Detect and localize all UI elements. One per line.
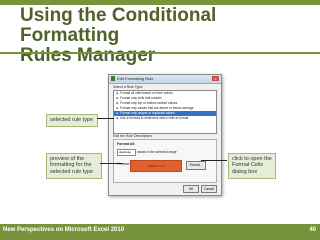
excel-icon [111,76,115,81]
callout-arrow [100,163,123,164]
title-divider [0,52,320,54]
slide-title-line2: Rules Manager [20,45,156,66]
range-description: values in the selected range [137,150,177,154]
callout-arrow [97,118,114,119]
callout-arrow [201,160,227,161]
dialog-title: Edit Formatting Rule [117,76,154,81]
slide-title: Using the Conditional Formatting Rules M… [20,6,300,66]
rule-type-list[interactable]: ► Format all cells based on their values… [113,90,217,134]
rule-description-box: Format all: duplicate values in the sele… [113,139,217,183]
ok-button[interactable]: OK [183,185,199,193]
cancel-button[interactable]: Cancel [201,185,217,193]
close-icon[interactable]: x [212,76,219,81]
page-number: 40 [309,227,316,233]
select-rule-type-label: Select a Rule Type: [113,85,144,89]
selected-rule-callout: selected rule type [46,114,98,127]
slide-title-line1: Using the Conditional Formatting [20,5,217,46]
duplicate-unique-select[interactable]: duplicate [117,149,136,156]
format-all-heading: Format all: [117,142,135,146]
format-button[interactable]: Format... [186,161,206,170]
rule-type-item[interactable]: ► Use a formula to determine which cells… [114,116,216,121]
preview-sample-text: AaBbCcYyZz [147,164,165,168]
dialog-titlebar: Edit Formatting Rule x [109,75,221,84]
format-button-callout: click to open the Format Cells dialog bo… [228,153,276,179]
format-preview: AaBbCcYyZz [130,160,182,172]
preview-callout: preview of the formatting for the select… [46,153,102,179]
edit-formatting-rule-dialog: Edit Formatting Rule x Select a Rule Typ… [108,74,222,196]
edit-rule-description-label: Edit the Rule Description: [113,134,153,138]
footer-text: New Perspectives on Microsoft Excel 2010 [3,227,125,233]
